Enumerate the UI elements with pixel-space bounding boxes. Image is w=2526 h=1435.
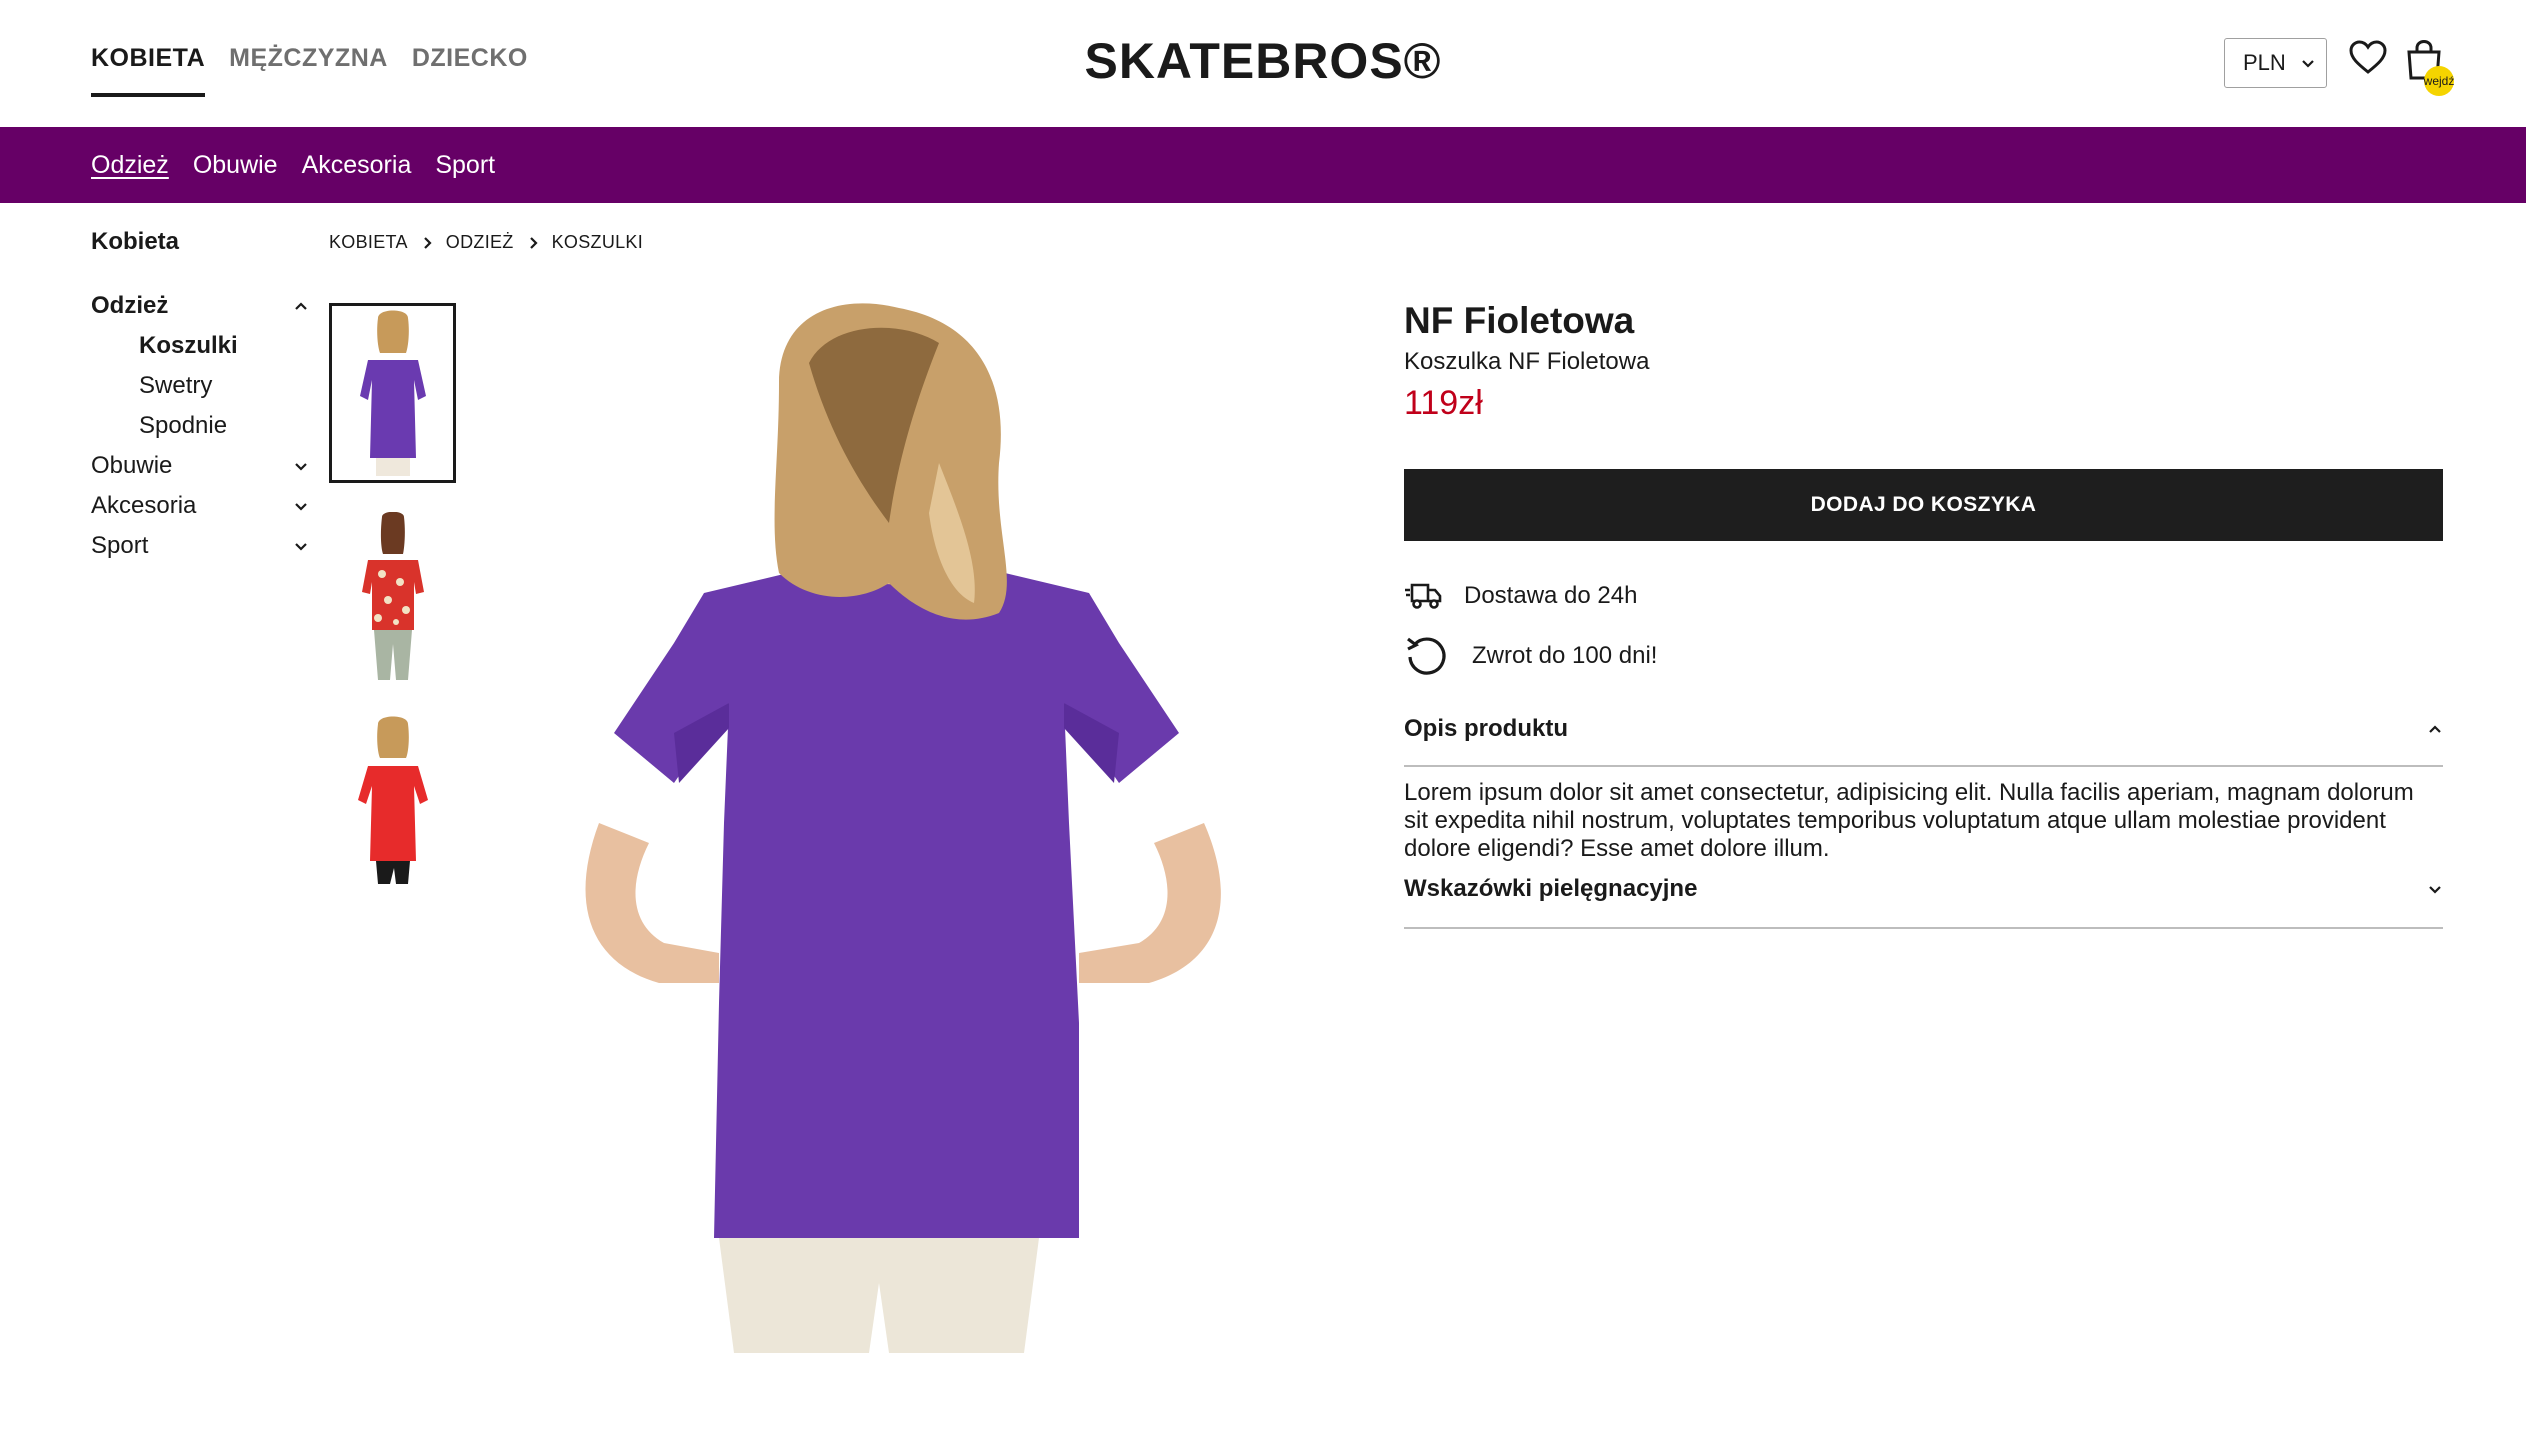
thumbnail-red-floral[interactable] xyxy=(329,507,456,687)
category-bar: Odzież Obuwie Akcesoria Sport xyxy=(0,127,2526,203)
chevron-down-icon xyxy=(2302,60,2314,68)
chevron-down-icon xyxy=(295,503,307,511)
red-floral-thumbnail-image xyxy=(361,512,424,680)
feature-text: Zwrot do 100 dni! xyxy=(1472,642,1658,669)
tab-mezczyzna[interactable]: MĘŻCZYZNA xyxy=(229,44,388,97)
gender-nav: KOBIETA MĘŻCZYZNA DZIECKO xyxy=(91,44,528,97)
site-logo[interactable]: SKATEBROS® xyxy=(1084,33,1441,89)
sidebar-item-koszulki[interactable]: Koszulki xyxy=(91,326,309,366)
accordion-care: Wskazówki pielęgnacyjne xyxy=(1404,875,2443,929)
thumbnail-red-tunic[interactable] xyxy=(329,711,456,891)
product-info: NF Fioletowa Koszulka NF Fioletowa 119zł… xyxy=(1404,300,2443,929)
cart-badge: wejdź xyxy=(2424,66,2454,96)
breadcrumb-item-koszulki[interactable]: KOSZULKI xyxy=(552,232,643,253)
sidebar-group-label: Odzież xyxy=(91,292,169,319)
feature-delivery: Dostawa do 24h xyxy=(1404,581,2443,611)
thumbnail-purple-tunic[interactable] xyxy=(329,303,456,483)
chevron-right-icon xyxy=(529,236,538,249)
sidebar-group-label: Obuwie xyxy=(91,452,173,479)
breadcrumb-item-odziez[interactable]: ODZIEŻ xyxy=(446,232,514,253)
accordion-title: Wskazówki pielęgnacyjne xyxy=(1404,875,1698,902)
sidebar-item-spodnie[interactable]: Spodnie xyxy=(91,406,309,446)
chevron-down-icon xyxy=(295,463,307,471)
tab-kobieta[interactable]: KOBIETA xyxy=(91,44,206,97)
chevron-right-icon xyxy=(424,236,432,249)
feature-text: Dostawa do 24h xyxy=(1464,582,1638,609)
accordion-description: Opis produktu xyxy=(1404,715,2443,767)
top-header: KOBIETA MĘŻCZYZNA DZIECKO SKATEBROS® PLN… xyxy=(0,0,2526,127)
sidebar-title: Kobieta xyxy=(91,228,180,255)
sidebar-group-label: Akcesoria xyxy=(91,492,197,519)
sidebar-group-akcesoria[interactable]: Akcesoria xyxy=(91,486,309,526)
currency-value: PLN xyxy=(2243,50,2286,75)
sidebar-group-obuwie[interactable]: Obuwie xyxy=(91,446,309,486)
category-odziez[interactable]: Odzież xyxy=(91,151,169,180)
heart-icon[interactable] xyxy=(2348,38,2388,78)
category-obuwie[interactable]: Obuwie xyxy=(193,151,278,180)
accordion-body-description: Lorem ipsum dolor sit amet consectetur, … xyxy=(1404,779,2414,862)
purple-tunic-photo xyxy=(479,303,1334,1353)
chevron-up-icon xyxy=(2429,725,2441,733)
currency-select[interactable]: PLN xyxy=(2224,38,2327,88)
accordion-title: Opis produktu xyxy=(1404,715,1568,742)
thumbnail-list xyxy=(329,303,456,915)
product-price: 119zł xyxy=(1404,384,1483,422)
tab-dziecko[interactable]: DZIECKO xyxy=(412,44,528,97)
main-product-image[interactable] xyxy=(479,303,1334,1353)
breadcrumb: KOBIETA ODZIEŻ KOSZULKI xyxy=(329,232,643,253)
red-tunic-thumbnail-image xyxy=(357,716,428,884)
product-subtitle: Koszulka NF Fioletowa xyxy=(1404,348,1650,375)
chevron-up-icon xyxy=(295,302,307,310)
accordion-header-care[interactable]: Wskazówki pielęgnacyjne xyxy=(1404,875,2443,903)
delivery-truck-icon xyxy=(1405,583,1442,609)
sidebar-group-sport[interactable]: Sport xyxy=(91,526,309,566)
chevron-down-icon xyxy=(295,543,307,551)
feature-returns: Zwrot do 100 dni! xyxy=(1404,633,2443,679)
chevron-down-icon xyxy=(2429,886,2441,894)
sidebar-group-label: Sport xyxy=(91,532,149,559)
sidebar: Kobieta Odzież Koszulki Swetry Spodnie O… xyxy=(91,228,309,566)
purple-tunic-thumbnail-image xyxy=(359,310,426,476)
add-to-cart-button[interactable]: DODAJ DO KOSZYKA xyxy=(1404,469,2443,541)
category-sport[interactable]: Sport xyxy=(435,151,495,180)
product-name: NF Fioletowa xyxy=(1404,300,1635,341)
category-akcesoria[interactable]: Akcesoria xyxy=(302,151,412,180)
return-arrow-icon xyxy=(1407,637,1446,675)
sidebar-group-odziez[interactable]: Odzież xyxy=(91,286,309,326)
breadcrumb-item-kobieta[interactable]: KOBIETA xyxy=(329,232,408,253)
sidebar-item-swetry[interactable]: Swetry xyxy=(91,366,309,406)
accordion-header-description[interactable]: Opis produktu xyxy=(1404,715,2443,743)
